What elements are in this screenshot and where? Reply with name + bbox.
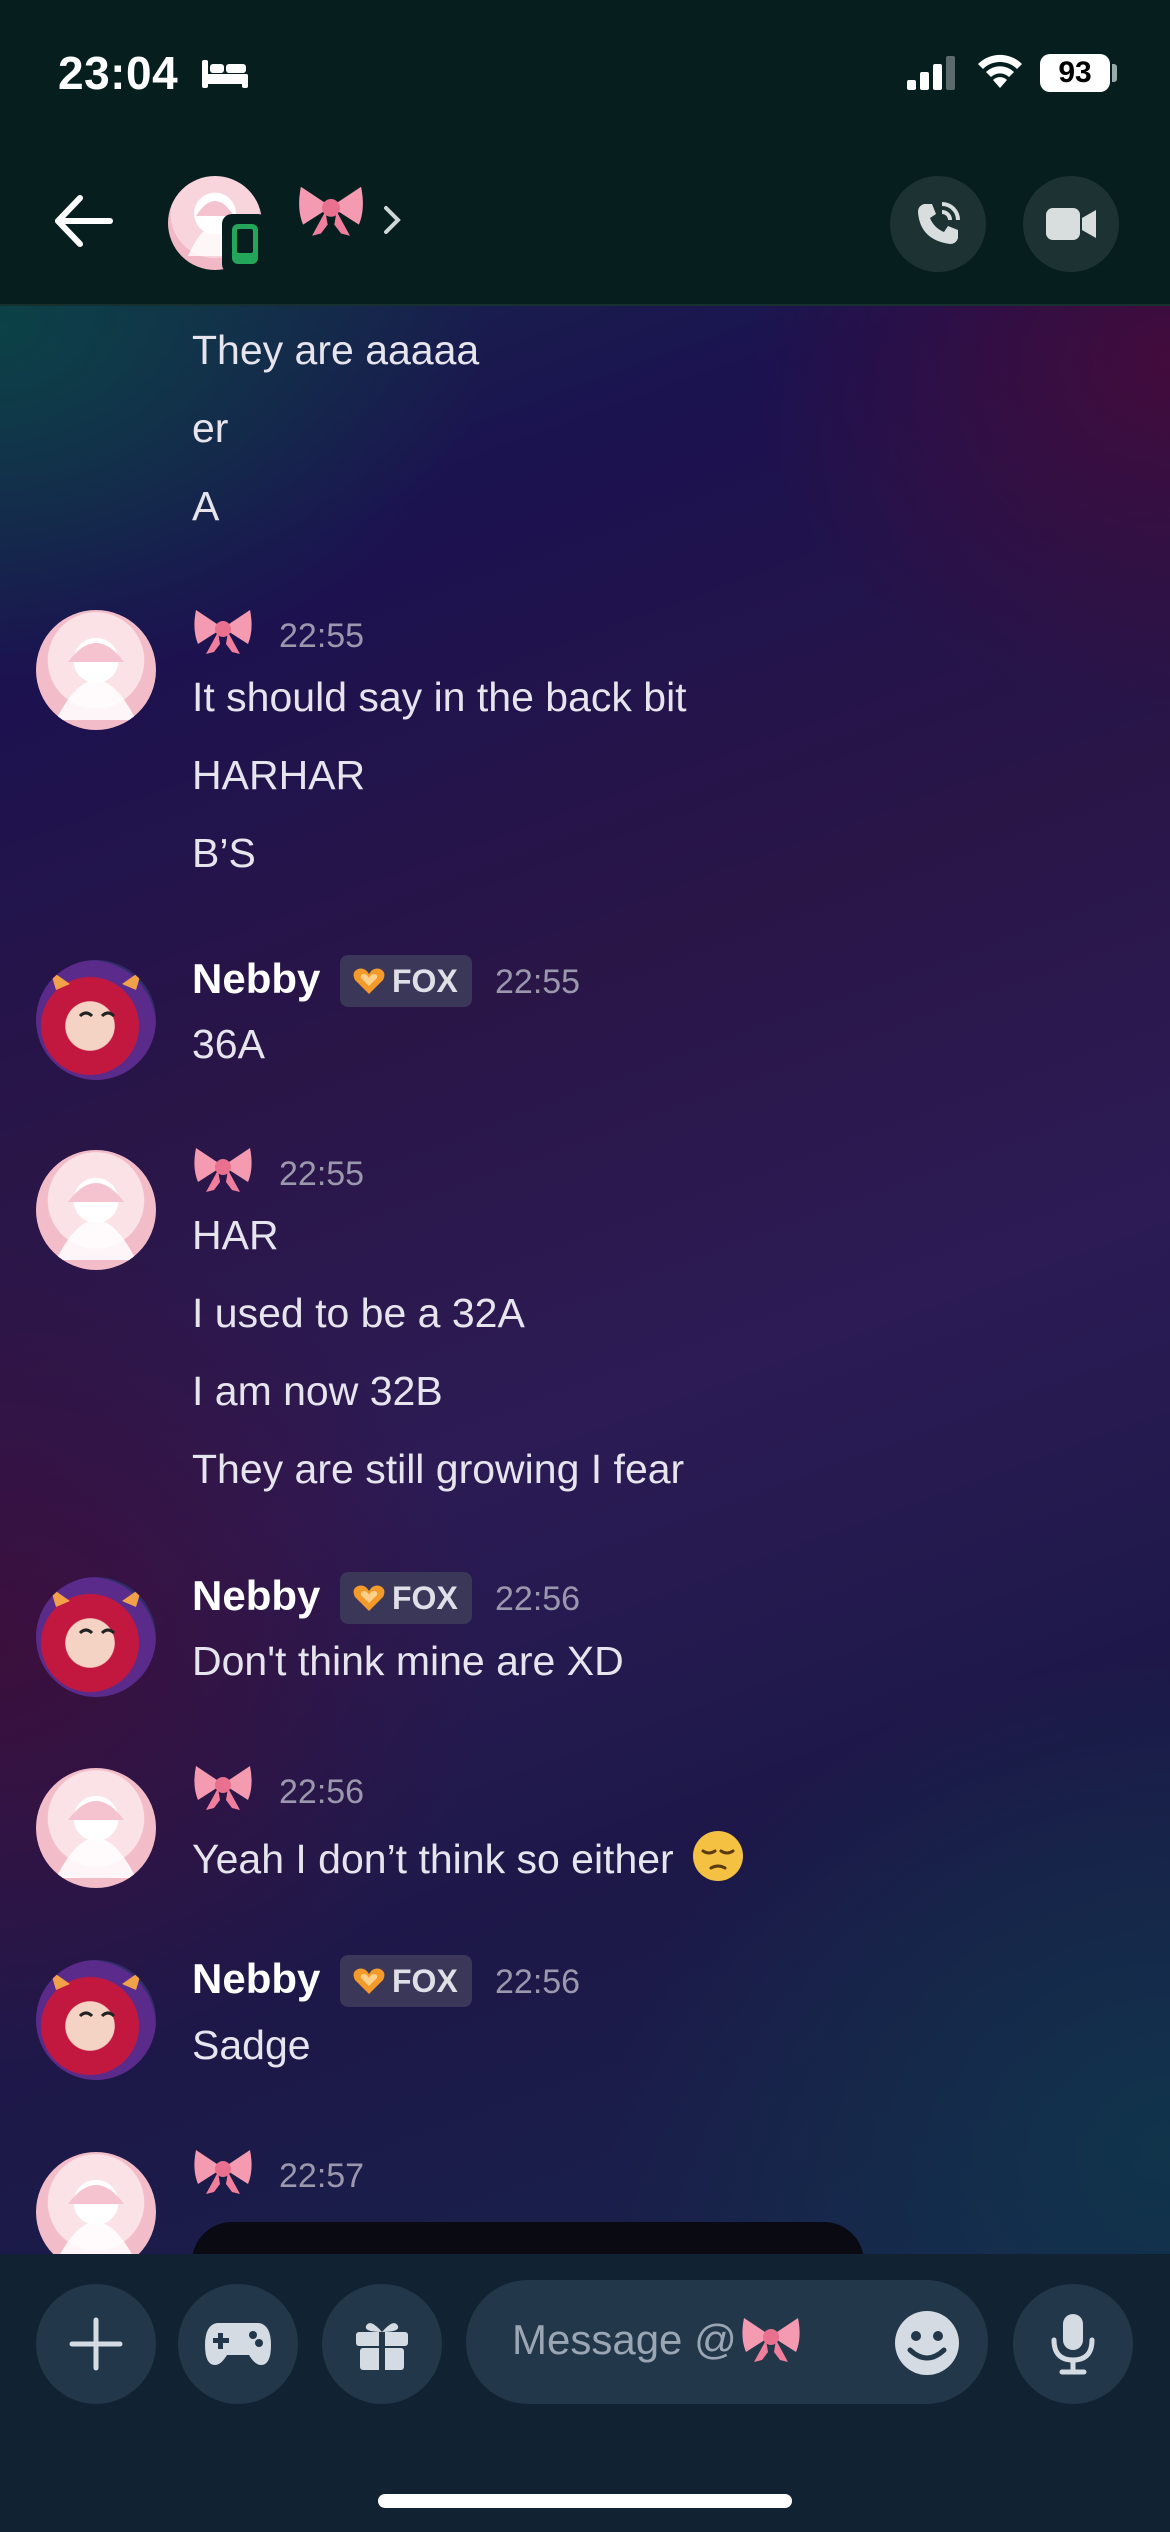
message-line[interactable]: Don't think mine are XD — [192, 1637, 624, 1685]
wifi-icon — [978, 54, 1022, 88]
message-timestamp: 22:56 — [495, 1963, 581, 2001]
server-tag-label: FOX — [392, 1579, 458, 1616]
voice-message-button[interactable] — [1013, 2284, 1133, 2404]
gift-button[interactable] — [322, 2284, 442, 2404]
add-attachment-button[interactable] — [36, 2284, 156, 2404]
bed-icon — [202, 60, 248, 88]
avatar[interactable] — [36, 1768, 156, 1888]
message-line[interactable]: er — [192, 404, 228, 452]
back-arrow-icon[interactable] — [50, 188, 116, 254]
author-name[interactable]: Nebby — [192, 955, 320, 1003]
heart-icon — [353, 1968, 385, 1994]
server-tag-label: FOX — [392, 1962, 458, 1999]
message-line[interactable]: Sadge — [192, 2021, 311, 2069]
message-line[interactable]: HARHAR — [192, 751, 365, 799]
avatar[interactable] — [36, 960, 156, 1080]
mobile-status-icon — [222, 214, 268, 274]
message-timestamp: 22:55 — [279, 617, 365, 655]
message-timestamp: 22:57 — [279, 2157, 365, 2195]
status-time: 23:04 — [58, 47, 179, 99]
message-line[interactable]: A — [192, 482, 219, 530]
chevron-right-icon[interactable] — [380, 200, 404, 240]
heart-icon — [353, 968, 385, 994]
recipient-name-bow-icon[interactable] — [296, 180, 366, 238]
message-line[interactable]: I used to be a 32A — [192, 1289, 525, 1337]
gift-icon — [356, 2323, 408, 2370]
mic-icon — [1051, 2314, 1095, 2375]
avatar[interactable] — [36, 1960, 156, 2080]
message-line[interactable]: I am now 32B — [192, 1367, 443, 1415]
author-bow-icon[interactable] — [192, 1760, 254, 1812]
message-timestamp: 22:55 — [495, 963, 581, 1001]
server-tag-label: FOX — [392, 962, 458, 999]
author-bow-icon[interactable] — [192, 1142, 254, 1194]
server-tag[interactable]: FOX — [340, 955, 472, 1007]
gamepad-icon — [205, 2323, 271, 2365]
signal-icon — [907, 56, 955, 90]
avatar[interactable] — [36, 1150, 156, 1270]
message-line[interactable]: It should say in the back bit — [192, 673, 687, 721]
video-call-button[interactable] — [1023, 176, 1119, 272]
message-timestamp: 22:55 — [279, 1155, 365, 1193]
activities-button[interactable] — [178, 2284, 298, 2404]
message-input-placeholder: Message @ — [512, 2316, 737, 2363]
voice-call-icon — [918, 202, 960, 244]
video-call-icon — [1046, 208, 1096, 240]
avatar[interactable] — [36, 1577, 156, 1697]
avatar[interactable] — [36, 610, 156, 730]
author-name[interactable]: Nebby — [192, 1572, 320, 1620]
message-line[interactable]: 36A — [192, 1020, 265, 1068]
message-timestamp: 22:56 — [495, 1580, 581, 1618]
home-indicator — [378, 2494, 792, 2508]
heart-icon — [353, 1585, 385, 1611]
message-line[interactable]: B’S — [192, 829, 256, 877]
message-text: Yeah I don’t think so either — [192, 1836, 674, 1882]
emoji-icon[interactable] — [892, 2308, 962, 2378]
voice-call-button[interactable] — [890, 176, 986, 272]
input-bow-icon — [742, 2318, 800, 2362]
message-timestamp: 22:56 — [279, 1773, 365, 1811]
chat-background — [0, 0, 1170, 2532]
message-line[interactable]: They are still growing I fear — [192, 1445, 684, 1493]
pensive-face-emoji-icon — [693, 1831, 744, 1881]
battery-icon: 93 — [1040, 54, 1110, 92]
author-bow-icon[interactable] — [192, 2144, 254, 2196]
server-tag[interactable]: FOX — [340, 1572, 472, 1624]
author-bow-icon[interactable] — [192, 604, 254, 656]
battery-tip — [1112, 64, 1117, 82]
server-tag[interactable]: FOX — [340, 1955, 472, 2007]
message-line[interactable]: Yeah I don’t think so either — [192, 1829, 745, 1883]
message-line[interactable]: They are aaaaa — [192, 326, 479, 374]
message-line[interactable]: HAR — [192, 1211, 279, 1259]
author-name[interactable]: Nebby — [192, 1955, 320, 2003]
plus-icon — [69, 2317, 123, 2371]
